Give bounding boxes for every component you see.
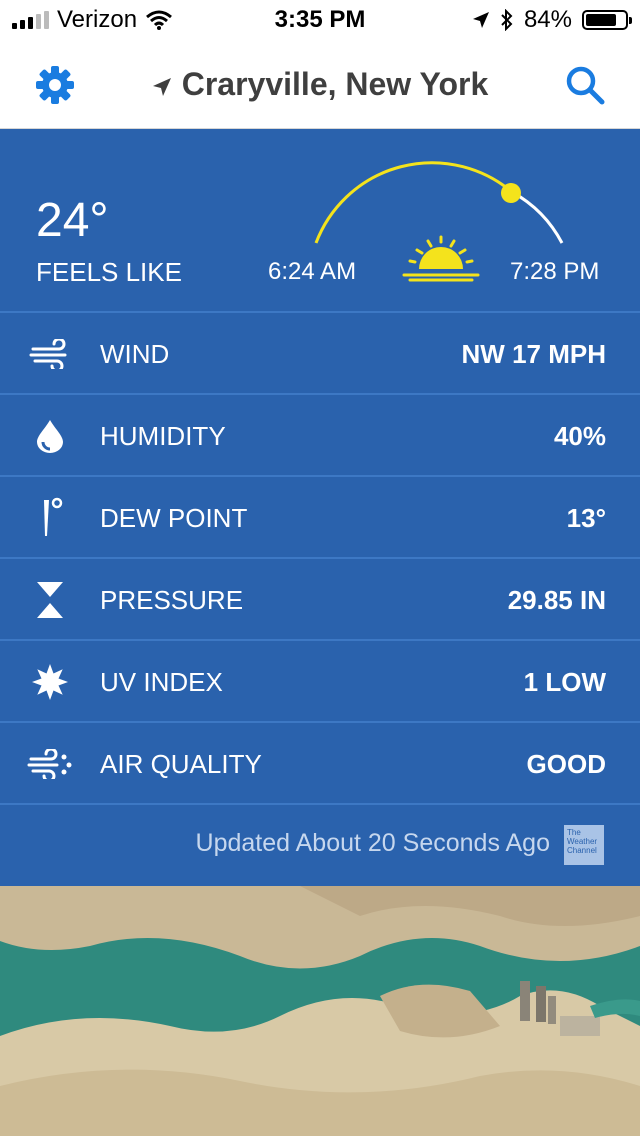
uv-index-label: UV INDEX bbox=[100, 666, 223, 697]
status-right-group: 84% bbox=[472, 6, 632, 34]
detail-row-wind: WIND NW 17 MPH bbox=[0, 311, 640, 395]
wind-label: WIND bbox=[100, 338, 170, 369]
battery-percent: 84% bbox=[523, 6, 572, 33]
pressure-label: PRESSURE bbox=[100, 584, 244, 615]
humidity-value: 40% bbox=[553, 420, 606, 451]
uv-index-value: 1 LOW bbox=[523, 666, 606, 697]
humidity-drop-icon bbox=[37, 420, 63, 453]
weather-details-panel: 24° FEELS LIKE 6:24 AM 7:28 PM WIND NW 1… bbox=[0, 129, 640, 886]
air-quality-icon bbox=[27, 749, 72, 779]
uv-sun-icon bbox=[32, 664, 68, 700]
pressure-value: 29.85 IN bbox=[507, 584, 606, 615]
location-name: Craryville, New York bbox=[181, 66, 489, 102]
nav-bar: Craryville, New York bbox=[0, 40, 640, 129]
battery-icon bbox=[582, 10, 632, 30]
wind-value: NW 17 MPH bbox=[461, 338, 606, 369]
search-icon[interactable] bbox=[564, 64, 606, 106]
dew-point-icon bbox=[44, 497, 63, 536]
pressure-icon bbox=[37, 582, 63, 618]
status-bar: Verizon 3:35 PM 84% bbox=[0, 0, 640, 40]
bluetooth-icon bbox=[501, 9, 513, 31]
detail-row-air-quality: AIR QUALITY GOOD bbox=[0, 721, 640, 805]
location-arrow-icon bbox=[472, 12, 489, 28]
detail-row-uv-index: UV INDEX 1 LOW bbox=[0, 639, 640, 723]
humidity-label: HUMIDITY bbox=[100, 420, 226, 451]
detail-row-humidity: HUMIDITY 40% bbox=[0, 393, 640, 477]
sun-horizon-icon bbox=[402, 235, 480, 282]
updated-timestamp: Updated About 20 Seconds Ago bbox=[195, 829, 550, 857]
sunrise-time: 6:24 AM bbox=[268, 258, 357, 285]
dew-point-value: 13° bbox=[566, 502, 606, 533]
sunset-time: 7:28 PM bbox=[510, 258, 600, 285]
battery-fill bbox=[586, 14, 616, 26]
location-title[interactable]: Craryville, New York bbox=[0, 66, 640, 103]
dew-point-label: DEW POINT bbox=[100, 502, 248, 533]
air-quality-label: AIR QUALITY bbox=[100, 748, 262, 779]
detail-row-dew-point: DEW POINT 13° bbox=[0, 475, 640, 559]
location-arrow-icon bbox=[152, 77, 171, 96]
weather-channel-logo[interactable]: The Weather Channel bbox=[564, 825, 604, 865]
update-footer: Updated About 20 Seconds Ago The Weather… bbox=[0, 803, 640, 888]
detail-row-pressure: PRESSURE 29.85 IN bbox=[0, 557, 640, 641]
feels-like-label: FEELS LIKE bbox=[36, 257, 182, 287]
air-quality-value: GOOD bbox=[526, 748, 606, 779]
wind-icon bbox=[29, 339, 67, 369]
background-photo bbox=[0, 886, 640, 1136]
current-temperature: 24° bbox=[36, 194, 109, 247]
